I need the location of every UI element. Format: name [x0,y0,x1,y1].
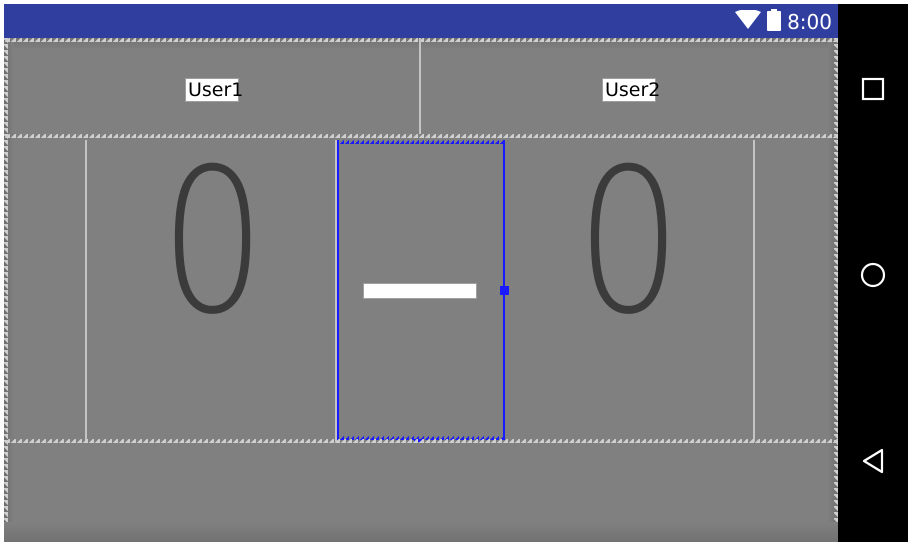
container-boundary [4,38,838,42]
resize-handle-right[interactable] [500,286,509,295]
navigation-bar [838,4,908,542]
home-circle-icon[interactable] [858,260,888,290]
header-divider [419,38,421,134]
score-column-divider [753,140,755,442]
row-boundary [4,134,838,138]
status-bar: 8:00 [4,4,838,38]
player1-name-label[interactable]: User1 [185,78,243,102]
device-frame: 8:00 User1 User2 0 0 [0,0,908,542]
container-boundary [4,38,8,542]
recents-square-icon[interactable] [858,74,888,104]
separator-dash[interactable] [363,283,477,299]
player2-score[interactable]: 0 [570,143,686,343]
status-clock: 8:00 [787,10,832,34]
score-column-divider [85,140,87,442]
row-boundary [4,439,838,443]
player2-name-label[interactable]: User2 [602,78,660,102]
container-boundary [834,38,838,542]
layout-canvas: User1 User2 0 0 [4,38,838,542]
player1-score[interactable]: 0 [154,143,270,343]
wifi-icon [735,8,762,35]
battery-icon [767,8,782,36]
back-triangle-icon[interactable] [858,446,888,476]
